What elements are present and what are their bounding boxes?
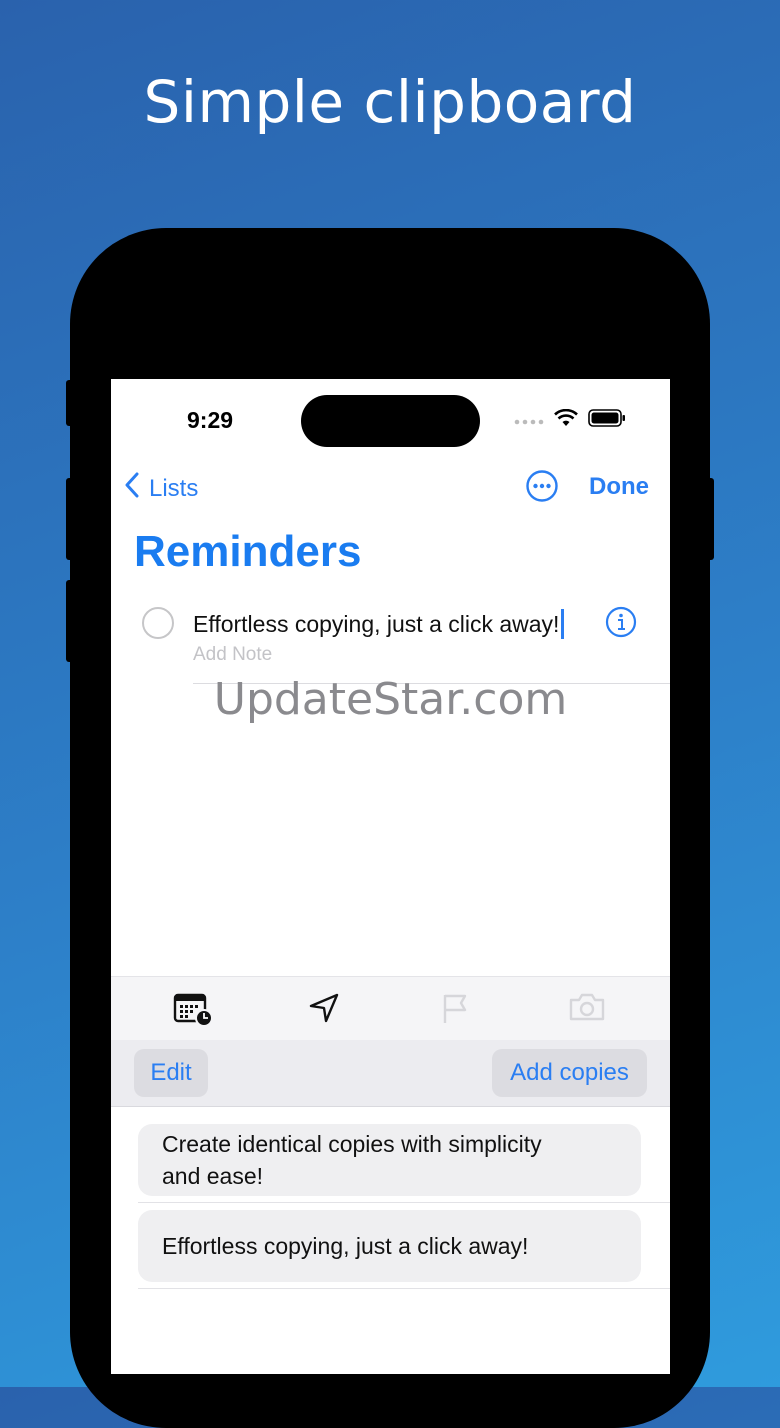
flag-button[interactable] — [441, 991, 473, 1030]
signal-dots-icon — [514, 412, 544, 430]
camera-button[interactable] — [567, 991, 607, 1028]
edit-button[interactable]: Edit — [134, 1049, 208, 1097]
power-button — [706, 478, 714, 560]
clip-item[interactable]: Create identical copies with simplicity … — [138, 1124, 641, 1196]
reminder-text: Effortless copying, just a click away! — [193, 611, 560, 637]
reminder-toolbar — [111, 976, 670, 1041]
back-button[interactable]: Lists — [123, 471, 198, 506]
clip-item[interactable]: Effortless copying, just a click away! — [138, 1210, 641, 1282]
clip-text: Effortless copying, just a click away! — [162, 1233, 529, 1259]
chevron-left-icon — [123, 471, 141, 506]
volume-down-button — [66, 580, 74, 662]
info-button[interactable] — [605, 606, 637, 643]
volume-up-button — [66, 478, 74, 560]
date-button[interactable] — [173, 991, 213, 1032]
status-icons — [514, 408, 626, 432]
info-circle-icon — [605, 606, 637, 642]
phone-screen: 9:29 Lists Done Reminders Effortless cop… — [111, 379, 670, 1374]
dynamic-island — [301, 395, 480, 447]
battery-icon — [588, 409, 626, 432]
camera-icon — [567, 993, 607, 1027]
clipboard-bar: Edit Add copies — [111, 1040, 670, 1107]
clip-divider — [138, 1288, 670, 1289]
headline: Simple clipboard — [143, 68, 637, 136]
back-label: Lists — [149, 474, 199, 502]
reminder-text-field[interactable]: Effortless copying, just a click away! — [193, 609, 565, 639]
location-arrow-icon — [307, 993, 341, 1029]
flag-icon — [441, 994, 473, 1029]
text-caret — [561, 609, 565, 639]
watermark: UpdateStar.com — [213, 674, 568, 725]
ellipsis-circle-icon — [525, 470, 559, 507]
list-title: Reminders — [134, 527, 362, 576]
add-copies-button[interactable]: Add copies — [492, 1049, 647, 1097]
calendar-clock-icon — [173, 993, 213, 1031]
action-button — [66, 380, 74, 426]
status-time: 9:29 — [187, 407, 234, 433]
clip-text: Create identical copies with simplicity … — [162, 1131, 542, 1189]
reminder-checkbox[interactable] — [142, 607, 174, 639]
add-note-field[interactable]: Add Note — [193, 644, 272, 666]
done-button[interactable]: Done — [589, 473, 649, 501]
wifi-icon — [554, 408, 578, 432]
more-button[interactable] — [525, 469, 559, 508]
location-button[interactable] — [307, 991, 341, 1030]
clip-divider — [138, 1202, 670, 1203]
